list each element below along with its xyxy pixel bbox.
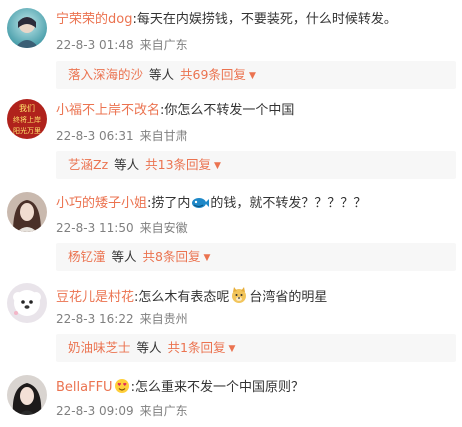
comment-text: 你怎么不转发一个中国 xyxy=(164,103,295,118)
comment-source: 来自贵州 xyxy=(139,312,188,326)
caret-down-icon[interactable]: ▼ xyxy=(214,161,221,171)
comment-source: 来自安徽 xyxy=(139,221,188,235)
comment-source: 来自甘肃 xyxy=(139,129,188,143)
comment-text: 捞了内 xyxy=(151,196,191,211)
reply-summary[interactable]: 奶油味芝士 等人 共1条回复 ▼ xyxy=(56,334,456,362)
avatar-image xyxy=(7,192,47,232)
comment-text: 怎么重来不发一个中国原则？ xyxy=(134,380,304,395)
comment-text: 怎么木有表态呢 xyxy=(138,290,230,305)
comment-date: 22-8-3 11:50 xyxy=(56,221,134,235)
comment-username[interactable]: 宁荣荣的dog xyxy=(56,12,132,27)
reply-summary[interactable]: 艺涵Zz 等人 共13条回复 ▼ xyxy=(56,151,456,179)
reply-count[interactable]: 共8条回复 xyxy=(143,249,201,264)
reply-etc: 等人 xyxy=(136,340,162,355)
avatar[interactable] xyxy=(7,8,47,48)
reply-username[interactable]: 奶油味芝士 xyxy=(68,340,131,355)
reply-etc: 等人 xyxy=(114,157,140,172)
doge-emoji-icon xyxy=(230,286,248,310)
avatar-image: 我们 终将上岸 阳光万里 xyxy=(7,99,47,139)
comment-text: 每天在内娱捞钱，不要装死，什么时候转发。 xyxy=(136,12,397,27)
avatar-text: 阳光万里 xyxy=(13,126,41,135)
avatar[interactable] xyxy=(7,192,47,232)
reply-username[interactable]: 落入深海的沙 xyxy=(68,67,143,82)
caret-down-icon[interactable]: ▼ xyxy=(249,71,256,81)
avatar-text: 终将上岸 xyxy=(13,115,41,124)
comment-text-tail: 台湾省的明星 xyxy=(249,290,328,305)
comment-date: 22-8-3 01:48 xyxy=(56,38,134,52)
reply-count[interactable]: 共69条回复 xyxy=(180,67,246,82)
comment-date: 22-8-3 09:09 xyxy=(56,404,134,418)
avatar[interactable]: 我们 终将上岸 阳光万里 xyxy=(7,99,47,139)
caret-down-icon[interactable]: ▼ xyxy=(203,253,210,263)
reply-username[interactable]: 艺涵Zz xyxy=(68,157,108,172)
avatar-text: 我们 xyxy=(19,103,35,113)
avatar[interactable] xyxy=(7,375,47,415)
comment-text-tail: 的钱，就不转发？？？？？ xyxy=(210,196,367,211)
comment-username[interactable]: 豆花儿是村花 xyxy=(56,290,134,305)
comment-source: 来自广东 xyxy=(139,38,188,52)
reply-etc: 等人 xyxy=(111,249,137,264)
reply-username[interactable]: 杨钇潼 xyxy=(68,249,106,264)
reply-summary[interactable]: 杨钇潼 等人 共8条回复 ▼ xyxy=(56,243,456,271)
comment-username[interactable]: BellaFFU xyxy=(56,380,113,395)
reply-count[interactable]: 共1条回复 xyxy=(168,340,226,355)
comment-username[interactable]: 小巧的矮子小姐 xyxy=(56,196,147,211)
reply-etc: 等人 xyxy=(149,67,175,82)
comment-source: 来自广东 xyxy=(139,404,188,418)
comment-username[interactable]: 小福不上岸不改名 xyxy=(56,103,160,118)
reply-summary[interactable]: 落入深海的沙 等人 共69条回复 ▼ xyxy=(56,61,456,89)
comment-date: 22-8-3 06:31 xyxy=(56,129,134,143)
heart-eyes-emoji-icon xyxy=(114,378,130,400)
avatar-image xyxy=(7,8,47,48)
caret-down-icon[interactable]: ▼ xyxy=(228,344,235,354)
reply-count[interactable]: 共13条回复 xyxy=(145,157,211,172)
fish-emoji-icon xyxy=(191,196,210,216)
comment-date: 22-8-3 16:22 xyxy=(56,312,134,326)
avatar[interactable] xyxy=(7,283,47,323)
avatar-image xyxy=(7,375,47,415)
avatar-image xyxy=(7,283,47,323)
